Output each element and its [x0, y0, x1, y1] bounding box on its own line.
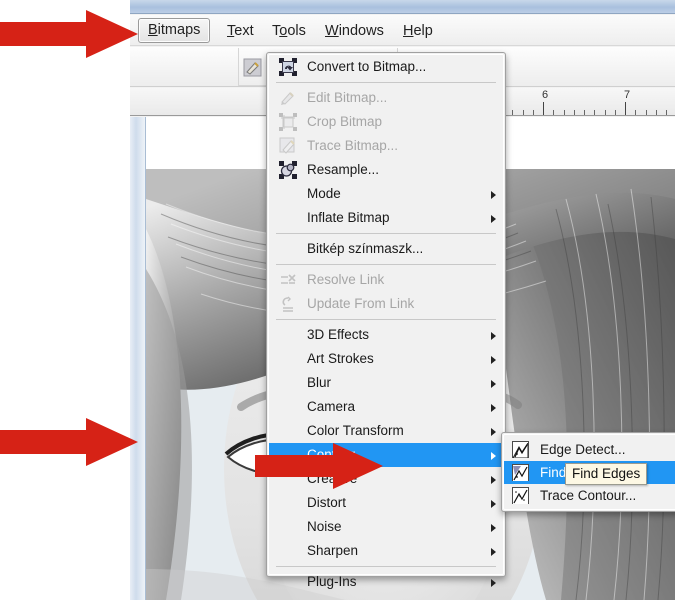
submenu-item-label: Trace Contour... [540, 488, 637, 503]
menu-item-label: Plug-Ins [307, 574, 357, 589]
chevron-right-icon [491, 524, 496, 532]
menu-item-camera[interactable]: Camera [269, 395, 503, 419]
ruler-tick-major [625, 102, 626, 115]
menu-item-inflate-bitmap[interactable]: Inflate Bitmap [269, 206, 503, 230]
chevron-right-icon [491, 579, 496, 587]
ruler-tick-major [543, 102, 544, 115]
tooltip-text: Find Edges [572, 466, 641, 481]
menu-item-blur[interactable]: Blur [269, 371, 503, 395]
update-from-link-icon [279, 295, 297, 313]
canvas-left-border [130, 117, 146, 600]
convert-to-bitmap-icon [279, 58, 297, 76]
trace-bitmap-icon [279, 137, 297, 155]
ruler-label-6: 6 [542, 89, 549, 101]
menu-item-label: Resample... [307, 162, 380, 177]
page-background [0, 0, 130, 600]
chevron-right-icon [491, 428, 496, 436]
chevron-right-icon [491, 452, 496, 460]
menu-item-label: Inflate Bitmap [307, 210, 390, 225]
menu-item-art-strokes[interactable]: Art Strokes [269, 347, 503, 371]
submenu-item-edge-detect[interactable]: Edge Detect... [504, 438, 675, 461]
submenu-item-label: Edge Detect... [540, 442, 626, 457]
menu-item-label: Noise [307, 519, 342, 534]
menu-item-noise[interactable]: Noise [269, 515, 503, 539]
arrow-pointing-to-find-edges-item [255, 443, 383, 489]
menu-item-trace-bitmap[interactable]: Trace Bitmap... [269, 134, 503, 158]
chevron-right-icon [491, 404, 496, 412]
menu-item-label: Color Transform [307, 423, 404, 438]
menu-separator [276, 233, 496, 234]
menu-item-label: Edit Bitmap... [307, 90, 388, 105]
menu-item-convert-to-bitmap[interactable]: Convert to Bitmap... [269, 55, 503, 79]
trace-bitmap-toolbar-icon[interactable] [243, 58, 262, 77]
menu-item-mode[interactable]: Mode [269, 182, 503, 206]
trace-contour-icon [512, 487, 529, 504]
menu-item-label: Resolve Link [307, 272, 385, 287]
menu-item-label: Blur [307, 375, 332, 390]
menu-item-resolve-link[interactable]: Resolve Link [269, 268, 503, 292]
menubar-item-tools[interactable]: Tools [263, 19, 315, 43]
chevron-right-icon [491, 548, 496, 556]
resolve-link-icon [279, 271, 297, 289]
chevron-right-icon [491, 356, 496, 364]
resample-icon [279, 161, 297, 179]
menu-item-label: 3D Effects [307, 327, 370, 342]
edge-detect-icon [512, 441, 529, 459]
chevron-right-icon [491, 332, 496, 340]
find-edges-icon [512, 464, 529, 481]
menu-item-color-transform[interactable]: Color Transform [269, 419, 503, 443]
menubar-item-bitmaps[interactable]: Bitmaps [138, 18, 211, 43]
bitmaps-dropdown-menu: Convert to Bitmap... Edit Bitmap... Crop… [266, 52, 506, 589]
ruler-label-7: 7 [624, 89, 631, 101]
menu-item-label: Art Strokes [307, 351, 374, 366]
application-window: Bitmaps Text Tools Windows Help 4 5 [130, 0, 675, 600]
menu-item-label: Sharpen [307, 543, 359, 558]
menu-item-label: Mode [307, 186, 341, 201]
menu-separator [276, 566, 496, 567]
edit-bitmap-icon [279, 89, 297, 107]
chevron-right-icon [491, 500, 496, 508]
menu-item-resample[interactable]: Resample... [269, 158, 503, 182]
chevron-right-icon [491, 215, 496, 223]
menu-item-sharpen[interactable]: Sharpen [269, 539, 503, 563]
title-bar [130, 0, 675, 14]
menu-item-label: Crop Bitmap [307, 114, 383, 129]
menu-item-bitmap-color-mask[interactable]: Bitkép színmaszk... [269, 237, 503, 261]
menu-item-label: Bitkép színmaszk... [307, 241, 424, 256]
menu-separator [276, 264, 496, 265]
menubar-label-bitmaps: itmaps [157, 22, 201, 38]
menu-item-plug-ins[interactable]: Plug-Ins [269, 570, 503, 594]
menu-item-3d-effects[interactable]: 3D Effects [269, 323, 503, 347]
menu-item-label: Distort [307, 495, 347, 510]
chevron-right-icon [491, 476, 496, 484]
menu-item-edit-bitmap[interactable]: Edit Bitmap... [269, 86, 503, 110]
menu-item-label: Trace Bitmap... [307, 138, 399, 153]
arrow-pointing-to-bitmaps-menu [0, 10, 138, 58]
menu-item-distort[interactable]: Distort [269, 491, 503, 515]
submenu-item-trace-contour[interactable]: Trace Contour... [504, 484, 675, 507]
menubar-item-text[interactable]: Text [218, 19, 263, 43]
tooltip-find-edges: Find Edges [565, 463, 648, 485]
crop-bitmap-icon [279, 113, 297, 131]
menu-item-update-from-link[interactable]: Update From Link [269, 292, 503, 316]
menubar-item-help[interactable]: Help [394, 19, 442, 43]
menu-separator [276, 319, 496, 320]
chevron-right-icon [491, 191, 496, 199]
menu-item-crop-bitmap[interactable]: Crop Bitmap [269, 110, 503, 134]
arrow-pointing-to-contour-item [0, 418, 138, 466]
menu-bar: Bitmaps Text Tools Windows Help [130, 15, 675, 46]
chevron-right-icon [491, 380, 496, 388]
menu-item-label: Update From Link [307, 296, 415, 311]
menu-separator [276, 82, 496, 83]
menu-item-label: Convert to Bitmap... [307, 59, 427, 74]
menu-item-label: Camera [307, 399, 356, 414]
menubar-item-windows[interactable]: Windows [316, 19, 393, 43]
